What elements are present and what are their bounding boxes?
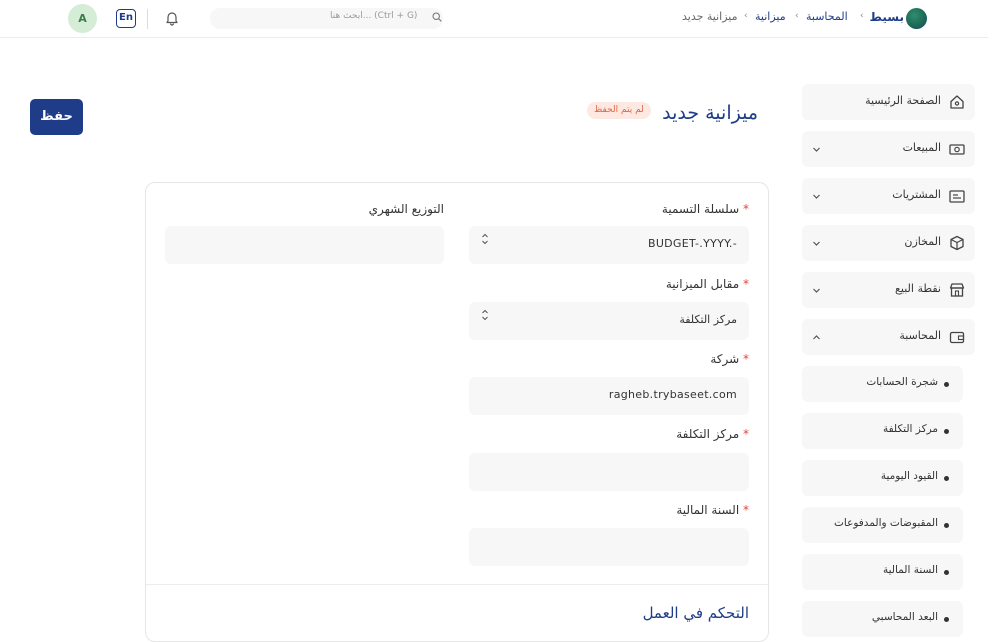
- sidebar-item-label: المخازن: [904, 235, 941, 248]
- sidebar-subitem-cost-center[interactable]: مركز التكلفة: [802, 413, 963, 449]
- sidebar-item-accounting[interactable]: المحاسبة: [802, 319, 975, 355]
- box-icon: [950, 235, 964, 251]
- select-arrows-icon: [482, 309, 488, 321]
- company-value: ragheb.trybaseet.com: [608, 388, 737, 401]
- chevron-down-icon: [813, 288, 820, 293]
- breadcrumb-budget[interactable]: ميزانية: [755, 10, 786, 23]
- cost-center-field[interactable]: [469, 453, 749, 491]
- home-icon: [950, 95, 964, 109]
- section-title: التحكم في العمل: [642, 604, 749, 622]
- sidebar-item-label: المحاسبة: [899, 329, 941, 342]
- chevron-down-icon: [813, 147, 820, 152]
- sidebar-subitem-label: القيود اليومية: [880, 470, 938, 482]
- monthly-distribution-label: التوزيع الشهري: [368, 202, 444, 216]
- search-icon: [432, 12, 442, 22]
- sidebar-item-label: المبيعات: [902, 141, 941, 154]
- cash-icon: [949, 144, 965, 155]
- sidebar-item-label: نقطة البيع: [895, 282, 941, 295]
- sidebar-item-label: المشتريات: [892, 188, 941, 201]
- user-avatar[interactable]: A: [68, 4, 97, 33]
- breadcrumb-current: ميزانية جديد: [682, 10, 738, 23]
- bullet-icon: [944, 476, 949, 481]
- sidebar-subitem-journal-entries[interactable]: القيود اليومية: [802, 460, 963, 496]
- bullet-icon: [944, 429, 949, 434]
- company-field[interactable]: ragheb.trybaseet.com: [469, 377, 749, 415]
- chevron-down-icon: [813, 194, 820, 199]
- save-button[interactable]: حفظ: [30, 99, 83, 135]
- breadcrumb-separator-icon: ‹: [744, 11, 748, 21]
- fiscal-year-label: السنة المالية *: [676, 503, 749, 517]
- search-placeholder: ابحث هنا... (Ctrl + G): [330, 11, 418, 21]
- select-arrows-icon: [482, 233, 488, 245]
- sidebar-subitem-accounting-dimension[interactable]: البعد المحاسبي: [802, 601, 963, 637]
- sidebar-item-sales[interactable]: المبيعات: [802, 131, 975, 167]
- language-toggle-button[interactable]: En: [116, 9, 136, 28]
- sidebar-subitem-label: السنة المالية: [882, 564, 938, 576]
- fiscal-year-field[interactable]: [469, 528, 749, 566]
- bullet-icon: [944, 523, 949, 528]
- store-icon: [949, 283, 965, 297]
- sidebar-subitem-label: شجرة الحسابات: [866, 376, 938, 388]
- sidebar-subitem-fiscal-year[interactable]: السنة المالية: [802, 554, 963, 590]
- breadcrumb-accounting[interactable]: المحاسبة: [806, 10, 848, 23]
- breadcrumb-separator-icon: ‹: [860, 11, 864, 21]
- status-badge: لم يتم الحفظ: [587, 102, 651, 119]
- sidebar-item-label: الصفحة الرئيسية: [865, 94, 941, 107]
- brand-name[interactable]: بسيط: [870, 10, 904, 24]
- sidebar-item-purchases[interactable]: المشتريات: [802, 178, 975, 214]
- sidebar-subitem-label: المقبوضات والمدفوعات: [834, 517, 938, 529]
- chevron-up-icon: [813, 335, 820, 340]
- bullet-icon: [944, 617, 949, 622]
- bell-icon[interactable]: [164, 10, 180, 26]
- wallet-icon: [949, 331, 965, 344]
- company-label: شركة *: [710, 352, 749, 366]
- sidebar-item-home[interactable]: الصفحة الرئيسية: [802, 84, 975, 120]
- breadcrumb-separator-icon: ‹: [795, 11, 799, 21]
- cost-center-label: مركز التكلفة *: [676, 427, 749, 441]
- naming-series-select[interactable]: BUDGET-.YYYY.-: [469, 226, 749, 264]
- budget-against-select[interactable]: مركز التكلفة: [469, 302, 749, 340]
- monthly-distribution-field[interactable]: [165, 226, 444, 264]
- brand-logo-icon[interactable]: [906, 8, 927, 29]
- budget-against-value: مركز التكلفة: [679, 313, 737, 326]
- naming-series-label: سلسلة التسمية *: [661, 202, 749, 216]
- bullet-icon: [944, 382, 949, 387]
- sidebar-subitem-label: مركز التكلفة: [882, 423, 938, 435]
- sidebar-subitem-chart-of-accounts[interactable]: شجرة الحسابات: [802, 366, 963, 402]
- section-divider: [146, 584, 768, 585]
- naming-series-value: BUDGET-.YYYY.-: [647, 237, 737, 250]
- sidebar-item-warehouses[interactable]: المخازن: [802, 225, 975, 261]
- toolbar-divider: [147, 9, 148, 29]
- sidebar-subitem-receipts-payments[interactable]: المقبوضات والمدفوعات: [802, 507, 963, 543]
- budget-against-label: مقابل الميزانية *: [665, 277, 749, 291]
- sidebar-item-pos[interactable]: نقطة البيع: [802, 272, 975, 308]
- sidebar-subitem-label: البعد المحاسبي: [871, 611, 938, 623]
- bullet-icon: [944, 570, 949, 575]
- purchases-icon: [949, 190, 965, 203]
- page-title: ميزانية جديد: [662, 102, 758, 124]
- chevron-down-icon: [813, 241, 820, 246]
